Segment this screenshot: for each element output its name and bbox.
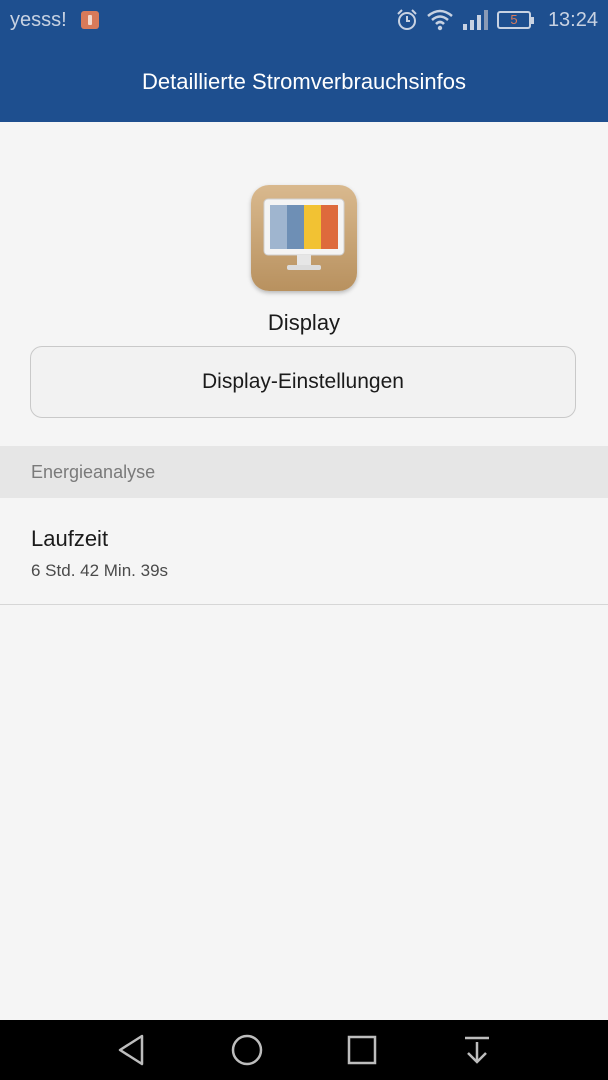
- section-header-label: Energieanalyse: [31, 462, 156, 482]
- list-item-runtime: Laufzeit 6 Std. 42 Min. 39s: [0, 498, 608, 605]
- back-icon[interactable]: [112, 1032, 152, 1068]
- alarm-icon: [397, 9, 417, 30]
- section-header: Energieanalyse: [0, 446, 608, 498]
- display-settings-button-label: Display-Einstellungen: [202, 370, 404, 393]
- wifi-icon: [427, 9, 453, 31]
- display-monitor-icon: [251, 185, 357, 291]
- page-title: Detaillierte Stromverbrauchsinfos: [141, 69, 467, 94]
- notification-shade-icon[interactable]: [457, 1032, 497, 1068]
- navigation-bar: [0, 1020, 608, 1080]
- carrier-name: yesss!: [10, 9, 67, 31]
- app-bar: Detaillierte Stromverbrauchsinfos: [0, 42, 608, 122]
- clock: 13:24: [547, 9, 598, 31]
- battery-level: 5: [510, 12, 518, 27]
- status-bar: yesss! 5 13:24: [0, 0, 608, 42]
- notification-icon: [81, 11, 99, 29]
- recents-icon[interactable]: [342, 1032, 382, 1068]
- home-icon[interactable]: [227, 1032, 267, 1068]
- list-item-title: Laufzeit: [31, 526, 109, 551]
- signal-icon: [463, 10, 488, 30]
- battery-icon: 5: [497, 11, 534, 29]
- display-settings-button[interactable]: Display-Einstellungen: [30, 346, 576, 418]
- list-item-value: 6 Std. 42 Min. 39s: [31, 561, 169, 580]
- app-name: Display: [267, 310, 341, 335]
